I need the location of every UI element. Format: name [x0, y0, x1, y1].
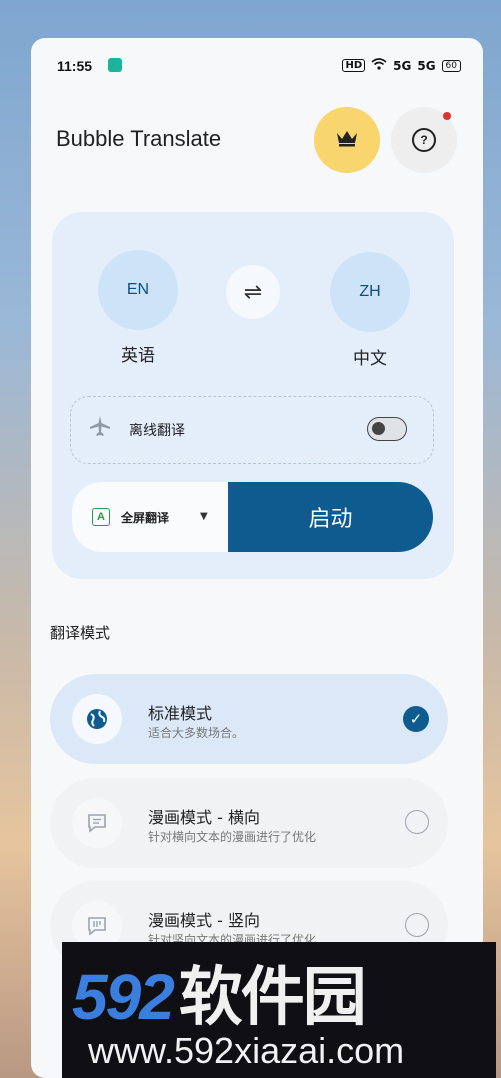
- swap-languages-button[interactable]: ⇌: [226, 265, 280, 319]
- notification-dot: [443, 112, 451, 120]
- watermark-banner: 592软件园 www.592xiazai.com: [62, 942, 496, 1078]
- language-card: EN ⇌ ZH 英语 中文 离线翻译 A 全屏翻译 ▼ 启动: [52, 212, 454, 579]
- watermark-number: 592: [72, 961, 175, 1033]
- status-bar: 11:55 HD 5G 5G 60: [31, 56, 483, 80]
- source-language-label: 英语: [121, 346, 155, 366]
- watermark-url: www.592xiazai.com: [88, 1030, 405, 1071]
- battery-icon: 60: [441, 59, 461, 72]
- globe-icon: [72, 694, 122, 744]
- chat-bubble-icon: [72, 798, 122, 848]
- mode-description: 适合大多数场合。: [148, 726, 245, 740]
- phone-screen: 11:55 HD 5G 5G 60 Bubble Translate ? EN …: [31, 38, 483, 1078]
- app-notification-icon: [108, 58, 122, 72]
- start-button[interactable]: 启动: [228, 482, 433, 552]
- signal-icon-1: 5G: [393, 58, 412, 73]
- mode-card-comic-horizontal[interactable]: 漫画模式 - 横向 针对横向文本的漫画进行了优化: [50, 778, 448, 868]
- text-a-icon: A: [92, 508, 110, 526]
- watermark-chinese: 软件园: [178, 961, 367, 1033]
- offline-translate-row[interactable]: 离线翻译: [70, 396, 434, 464]
- translate-mode-dropdown[interactable]: A 全屏翻译 ▼: [72, 482, 232, 552]
- mode-title: 漫画模式 - 横向: [148, 808, 260, 827]
- caret-down-icon: ▼: [200, 511, 208, 522]
- mode-title: 漫画模式 - 竖向: [148, 911, 260, 930]
- help-button[interactable]: ?: [391, 107, 457, 173]
- radio-button[interactable]: [405, 810, 429, 834]
- section-title: 翻译模式: [50, 624, 111, 642]
- app-title: Bubble Translate: [56, 126, 222, 151]
- mode-description: 针对横向文本的漫画进行了优化: [148, 830, 317, 844]
- source-language-button[interactable]: EN: [98, 250, 178, 330]
- target-language-label: 中文: [353, 349, 387, 369]
- toggle-knob: [372, 422, 385, 435]
- target-language-button[interactable]: ZH: [330, 252, 410, 332]
- hd-icon: HD: [342, 59, 366, 72]
- premium-button[interactable]: [314, 107, 380, 173]
- airplane-icon: [89, 415, 111, 443]
- mode-card-standard[interactable]: 标准模式 适合大多数场合。 ✓: [50, 674, 448, 764]
- radio-button[interactable]: [405, 913, 429, 937]
- help-icon: ?: [412, 128, 436, 152]
- dropdown-label: 全屏翻译: [121, 511, 170, 525]
- offline-translate-label: 离线翻译: [129, 423, 185, 439]
- watermark-brand: 592软件园: [72, 946, 367, 1038]
- check-icon: ✓: [403, 706, 429, 732]
- wifi-icon: [371, 58, 387, 73]
- signal-icon-2: 5G: [417, 58, 436, 73]
- status-icons: HD 5G 5G 60: [342, 58, 461, 73]
- offline-toggle[interactable]: [367, 417, 407, 441]
- crown-icon: [336, 129, 358, 151]
- mode-title: 标准模式: [148, 704, 213, 723]
- status-time: 11:55: [57, 58, 93, 74]
